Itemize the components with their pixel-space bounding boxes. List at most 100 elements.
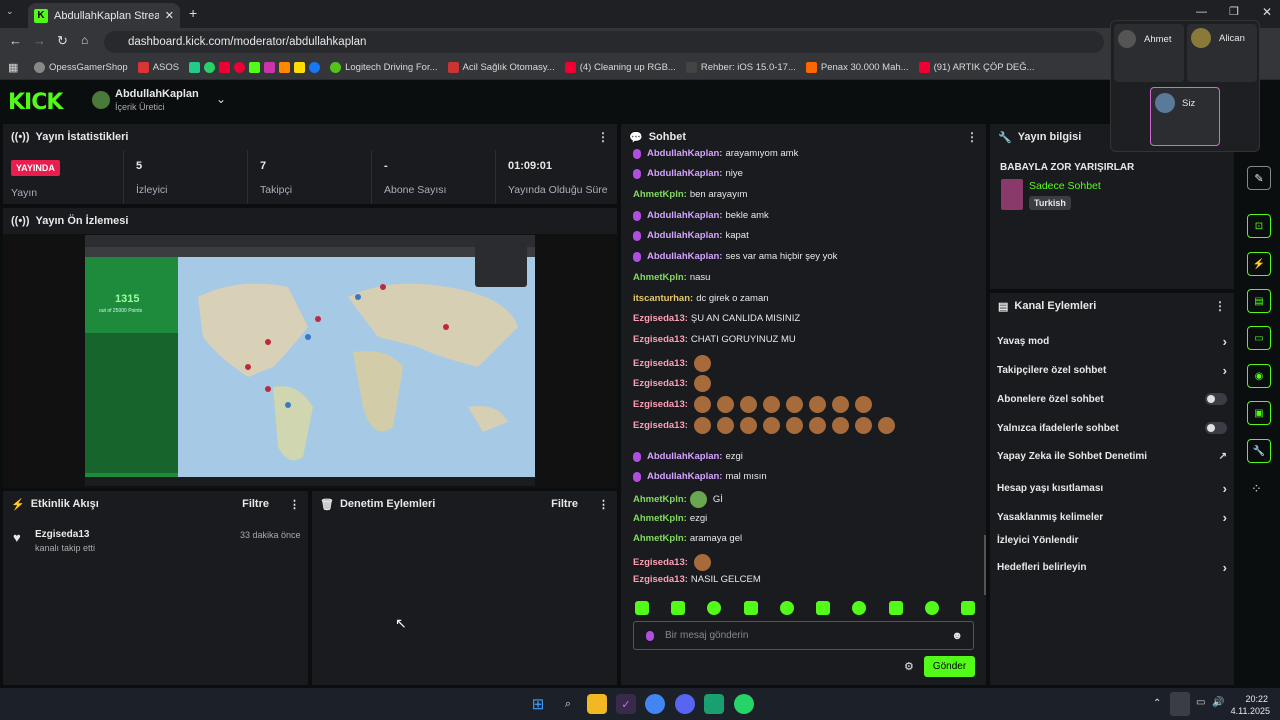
more-icon[interactable]: ⋮ [597,130,609,144]
apps-icon[interactable]: ⁘ [1251,481,1262,497]
chrome-icon[interactable] [645,694,665,714]
new-tab-icon[interactable]: + [189,5,197,21]
bookmark[interactable]: Penax 30.000 Mah... [805,62,909,73]
volume-icon[interactable]: 🔊 [1212,697,1224,708]
chat-username[interactable]: Ezgiseda13: [633,574,688,585]
app-icon[interactable]: ✓ [616,694,636,714]
chat-username[interactable]: AhmetKpln: [633,272,687,283]
action-goals[interactable]: Hedefleri belirleyin › [997,560,1227,575]
address-bar[interactable]: dashboard.kick.com/moderator/abdullahkap… [104,31,1104,53]
edit-pencil-icon[interactable]: ✎ [1247,166,1271,190]
settings-gear-icon[interactable]: ⚙ [904,660,914,673]
chat-username[interactable]: Ezgiseda13: [633,313,688,324]
chat-username[interactable]: Ezgiseda13: [633,420,688,431]
bookmark[interactable]: Logitech Driving For... [330,62,438,73]
wrench-icon[interactable]: 🔧 [1247,439,1271,463]
app-icon[interactable] [704,694,724,714]
chat-scrollbar[interactable] [984,535,986,595]
bolt-icon[interactable]: ⚡ [1247,252,1271,276]
chat-bubble-icon[interactable]: ▭ [1247,326,1271,350]
bookmark[interactable]: Rehber: iOS 15.0-17... [685,62,796,73]
chat-username[interactable]: AhmetKpln: [633,494,687,505]
maximize-icon[interactable]: ❐ [1229,5,1239,18]
call-tile-alican[interactable]: Alican [1187,24,1257,82]
apps-grid-icon[interactable]: ▦ [8,61,18,74]
chat-username[interactable]: AbdullahKaplan: [647,230,722,241]
action-subscribers-only[interactable]: Abonelere özel sohbet [997,393,1227,405]
tab-list-icon[interactable]: ⌄ [6,6,20,20]
kick-logo[interactable]: KICK [8,90,63,115]
whatsapp-icon[interactable] [734,694,754,714]
action-slow-mode[interactable]: Yavaş mod › [997,334,1227,349]
action-banned-words[interactable]: Yasaklanmış kelimeler › [997,510,1227,525]
chat-username[interactable]: Ezgiseda13: [633,378,688,389]
chat-username[interactable]: Ezgiseda13: [633,358,688,369]
broadcast-icon[interactable]: ◉ [1247,364,1271,388]
clip-icon[interactable]: ⊡ [1247,214,1271,238]
tray-chevron-icon[interactable]: ⌃ [1153,698,1161,709]
action-followers-only[interactable]: Takipçilere özel sohbet › [997,363,1227,378]
bookmark[interactable]: Acil Sağlık Otomasy... [447,62,555,73]
filter-button[interactable]: Filtre [242,498,269,510]
call-tile-self[interactable]: Siz [1150,87,1220,146]
emote-icon[interactable] [635,601,649,615]
chat-username[interactable]: AbdullahKaplan: [647,168,722,179]
emote-icon[interactable] [779,601,794,615]
chat-input[interactable]: Bir mesaj gönderin ☻ [633,621,974,650]
chat-username[interactable]: Ezgiseda13: [633,334,688,345]
more-icon[interactable]: ⋮ [1214,299,1226,313]
chat-username[interactable]: AbdullahKaplan: [647,251,722,262]
close-window-icon[interactable]: ✕ [1262,5,1272,19]
minimize-icon[interactable]: — [1196,6,1207,18]
action-ai-moderation[interactable]: Yapay Zeka ile Sohbet Denetimi ↗ [997,451,1227,462]
reload-icon[interactable]: ↻ [57,33,68,49]
discord-icon[interactable] [675,694,695,714]
more-icon[interactable]: ⋮ [598,498,609,511]
clock-time[interactable]: 20:22 [1234,694,1268,704]
clock-date[interactable]: 4.11.2025 [1230,706,1270,716]
action-raid[interactable]: İzleyici Yönlendir [997,535,1227,546]
chat-username[interactable]: itscanturhan: [633,293,693,304]
bookmark[interactable]: (91) ARTIK ÇÖP DEĞ... [918,62,1035,73]
network-icon[interactable]: ▭ [1196,697,1205,708]
emote-icon[interactable] [707,601,722,615]
chevron-down-icon[interactable]: ⌄ [216,92,226,106]
emote-icon[interactable] [960,601,975,615]
home-icon[interactable]: ⌂ [81,33,88,47]
bookmark[interactable]: OpessGamerShop [34,62,128,73]
browser-tab[interactable]: K AbdullahKaplan Stream - Kick D ✕ [28,3,180,28]
call-tile-ahmet[interactable]: Ahmet [1114,24,1184,82]
emote-icon[interactable] [924,601,939,615]
chat-username[interactable]: AbdullahKaplan: [647,471,722,482]
close-tab-icon[interactable]: ✕ [165,9,174,22]
chat-username[interactable]: AbdullahKaplan: [647,148,722,159]
chat-username[interactable]: AbdullahKaplan: [647,451,722,462]
stream-preview-video[interactable]: 1315 out of 25000 Points [85,235,535,486]
filter-button[interactable]: Filtre [551,498,578,510]
forward-icon[interactable]: → [33,33,46,48]
layers-icon[interactable]: ▣ [1247,401,1271,425]
action-emotes-only[interactable]: Yalnızca ifadelerle sohbet [997,422,1227,434]
chat-username[interactable]: AbdullahKaplan: [647,210,722,221]
emote-icon[interactable] [852,601,867,615]
emote-icon[interactable] [816,601,831,615]
search-icon[interactable]: ⌕ [558,694,578,714]
bookmark[interactable]: ASOS [137,62,179,73]
file-explorer-icon[interactable] [587,694,607,714]
emote-icon[interactable] [671,601,686,615]
notes-icon[interactable]: ▤ [1247,289,1271,313]
back-icon[interactable]: ← [9,33,22,48]
emote-icon[interactable] [743,601,758,615]
bookmark-icon-strip[interactable] [189,62,321,73]
bookmark[interactable]: (4) Cleaning up RGB... [564,62,676,73]
chat-username[interactable]: Ezgiseda13: [633,557,688,568]
chat-username[interactable]: AhmetKpln: [633,533,687,544]
emoji-picker-icon[interactable]: ☻ [951,630,963,642]
mic-tray-icon[interactable] [1170,692,1190,716]
chat-username[interactable]: AhmetKpln: [633,513,687,524]
emote-icon[interactable] [888,601,903,615]
send-button[interactable]: Gönder [924,656,975,677]
action-account-age[interactable]: Hesap yaşı kısıtlaması › [997,481,1227,496]
category-name[interactable]: Sadece Sohbet [1029,180,1101,192]
chat-username[interactable]: AhmetKpln: [633,189,687,200]
